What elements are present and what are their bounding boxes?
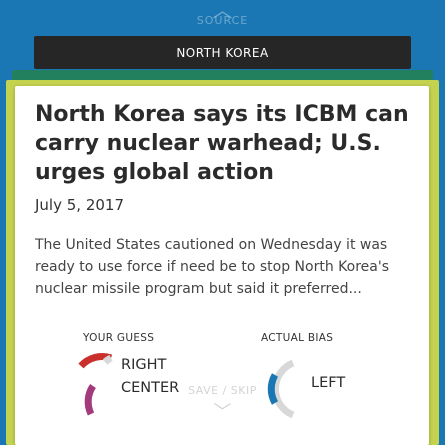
guess-right: RIGHT bbox=[121, 357, 167, 373]
article-headline: North Korea says its ICBM can carry nucl… bbox=[35, 102, 409, 185]
category-badge: NORTH KOREA bbox=[34, 36, 411, 69]
category-label: NORTH KOREA bbox=[176, 45, 269, 60]
actual-bias-label: ACTUAL BIAS bbox=[261, 332, 334, 344]
source-label[interactable]: SOURCE bbox=[0, 14, 445, 27]
article-date: July 5, 2017 bbox=[35, 196, 124, 214]
chevron-down-icon[interactable]: ﹀ bbox=[0, 398, 445, 424]
article-summary: The United States cautioned on Wednesday… bbox=[35, 237, 389, 297]
page: { "nav": { "top_label": "SOURCE", "botto… bbox=[0, 0, 445, 445]
your-guess-label: YOUR GUESS bbox=[83, 332, 155, 344]
gauge-track bbox=[102, 354, 113, 365]
save-skip-label[interactable]: SAVE / SKIP bbox=[0, 384, 445, 397]
